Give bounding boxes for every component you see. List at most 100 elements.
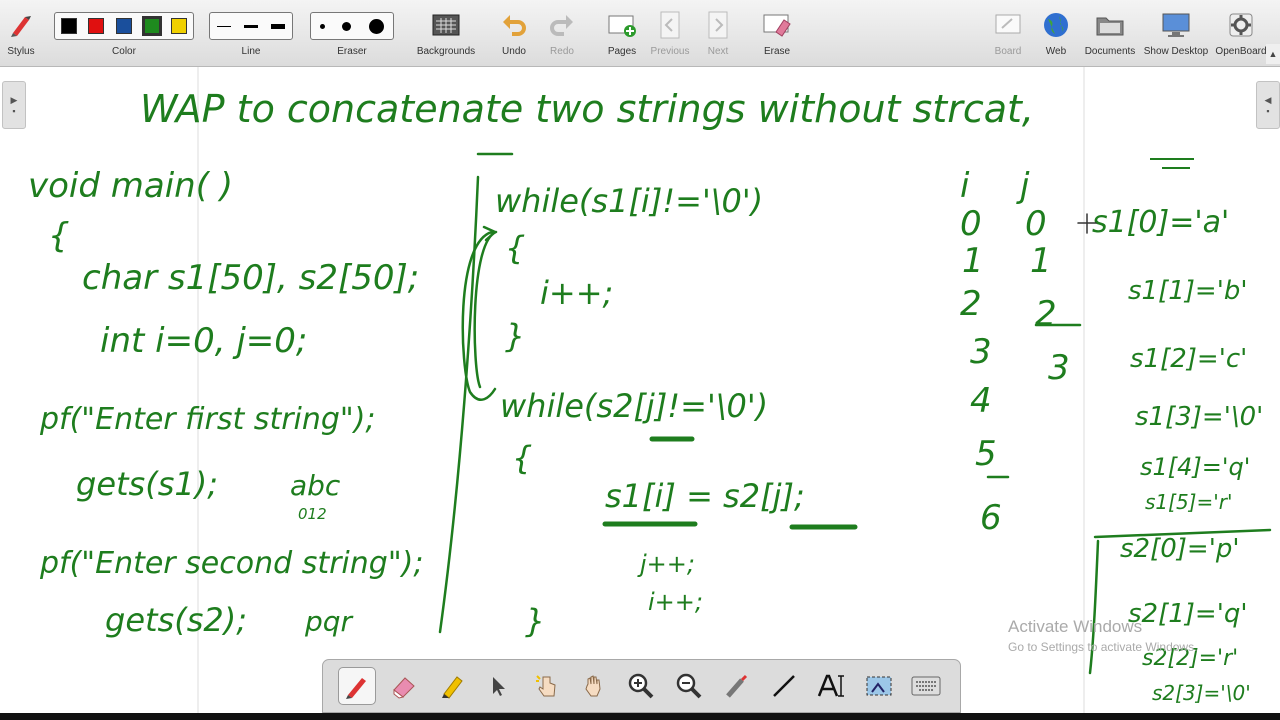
- eraser-large-option[interactable]: [369, 18, 385, 34]
- code-sample-index: 012: [298, 505, 327, 523]
- text-tool-button[interactable]: [812, 667, 850, 705]
- color-swatch-blue[interactable]: [115, 18, 132, 34]
- interact-tool-icon: [535, 675, 556, 697]
- note-s2-3: s2[3]='\0': [1152, 681, 1251, 705]
- code-brace-4: }: [525, 602, 545, 640]
- next-page-icon: [703, 10, 733, 40]
- capture-tool-icon: [866, 676, 892, 696]
- grip-icon: ▪: [1266, 105, 1270, 116]
- pen-tool-icon: [345, 678, 366, 699]
- stylus-palette: [322, 659, 961, 713]
- eraser-size-options: [310, 12, 394, 40]
- main-toolbar: Stylus Color Line Eraser Backgrounds Und…: [0, 0, 1280, 67]
- capture-tool-button[interactable]: [860, 667, 898, 705]
- code-pf-first: pf("Enter first string");: [39, 402, 376, 437]
- note-s1-2: s1[2]='c': [1130, 344, 1247, 374]
- color-swatch-red[interactable]: [88, 18, 105, 34]
- show-desktop-label: Show Desktop: [1143, 46, 1209, 57]
- laser-pointer-button[interactable]: [717, 667, 755, 705]
- note-s1-5: s1[5]='r': [1145, 490, 1232, 514]
- trace-i-5: 5: [975, 434, 997, 474]
- eraser-small-option[interactable]: [319, 23, 325, 29]
- erase-board-icon: [762, 10, 792, 40]
- hand-tool-icon: [585, 675, 601, 697]
- trace-i-6: 6: [980, 498, 1002, 538]
- marker-tool-icon: [441, 676, 463, 699]
- note-s1-4: s1[4]='q': [1140, 453, 1250, 481]
- code-i-increment: i++;: [540, 274, 613, 312]
- web-label: Web: [1045, 46, 1067, 57]
- zoom-out-button[interactable]: [670, 667, 708, 705]
- code-while-s2: while(s2[j]!='\0'): [500, 387, 768, 425]
- previous-label: Previous: [650, 46, 690, 57]
- code-gets-s1: gets(s1);: [76, 465, 218, 503]
- undo-icon: [499, 10, 529, 40]
- board-icon: [993, 10, 1023, 40]
- color-swatch-green[interactable]: [141, 16, 162, 36]
- trace-i-2: 2: [960, 284, 982, 324]
- right-panel-toggle[interactable]: ◀ ▪: [1256, 81, 1280, 129]
- color-swatch-black[interactable]: [60, 18, 77, 34]
- eraser-tool-button[interactable]: [385, 667, 423, 705]
- trace-i-header: i: [960, 166, 970, 206]
- code-gets-s2: gets(s2);: [105, 601, 247, 639]
- left-panel-toggle[interactable]: ▶ ▪: [2, 81, 26, 129]
- zoom-in-icon: [629, 673, 654, 699]
- pen-tool-button[interactable]: [337, 667, 376, 705]
- watermark-title: Activate Windows: [1008, 617, 1143, 636]
- watermark-subtitle: Go to Settings to activate Windows.: [1008, 640, 1198, 654]
- backgrounds-icon: [431, 10, 461, 40]
- gear-icon: [1226, 10, 1256, 40]
- trace-j-header: j: [1016, 166, 1030, 206]
- code-brace-2: }: [505, 317, 525, 355]
- previous-page-icon: [655, 10, 685, 40]
- line-thin-option[interactable]: [216, 25, 231, 27]
- erase-label: Erase: [763, 46, 791, 57]
- eraser-medium-option[interactable]: [342, 21, 352, 31]
- color-swatches: [54, 12, 194, 40]
- monitor-icon: [1161, 10, 1191, 40]
- code-i-increment-2: i++;: [648, 588, 703, 616]
- selector-tool-icon: [493, 677, 506, 696]
- trace-i-4: 4: [970, 381, 992, 421]
- expand-right-icon: ▶: [10, 94, 18, 105]
- code-open-brace: {: [48, 216, 70, 256]
- trace-i-3: 3: [970, 332, 992, 372]
- note-s1-1: s1[1]='b': [1128, 276, 1248, 306]
- trace-j-1: 1: [1030, 241, 1052, 281]
- code-int-decl: int i=0, j=0;: [100, 321, 307, 361]
- code-sample-abc: abc: [290, 469, 341, 502]
- code-brace-1: {: [505, 229, 525, 267]
- code-while-s1: while(s1[i]!='\0'): [495, 182, 763, 220]
- line-medium-option[interactable]: [243, 24, 258, 28]
- zoom-in-button[interactable]: [622, 667, 660, 705]
- zoom-out-icon: [676, 673, 702, 699]
- eraser-label: Eraser: [337, 46, 367, 57]
- pages-label: Pages: [607, 46, 637, 57]
- backgrounds-label: Backgrounds: [416, 46, 476, 57]
- virtual-keyboard-button[interactable]: [907, 667, 945, 705]
- redo-icon: [547, 10, 577, 40]
- stylus-icon: [6, 10, 36, 40]
- undo-label: Undo: [502, 46, 526, 57]
- line-tool-icon: [772, 675, 795, 697]
- trace-i-0: 0: [960, 204, 982, 244]
- marker-tool-button[interactable]: [433, 667, 471, 705]
- line-tool-button[interactable]: [765, 667, 803, 705]
- color-swatch-yellow[interactable]: [171, 18, 188, 34]
- eraser-tool-icon: [393, 677, 415, 699]
- note-s1-0: s1[0]='a': [1092, 205, 1229, 240]
- redo-label: Redo: [550, 46, 574, 57]
- documents-label: Documents: [1084, 46, 1136, 57]
- hand-tool-button[interactable]: [575, 667, 613, 705]
- laser-pointer-icon: [726, 674, 748, 698]
- activate-windows-watermark: Activate Windows Go to Settings to activ…: [1008, 617, 1197, 654]
- scroll-up-arrow[interactable]: ▲: [1266, 44, 1280, 64]
- code-j-increment: j++;: [637, 550, 695, 578]
- code-void-main: void main( ): [28, 166, 233, 206]
- code-brace-3: {: [512, 439, 532, 477]
- interact-tool-button[interactable]: [528, 667, 566, 705]
- line-thick-option[interactable]: [271, 23, 286, 29]
- selector-tool-button[interactable]: [480, 667, 518, 705]
- stylus-label: Stylus: [7, 46, 35, 57]
